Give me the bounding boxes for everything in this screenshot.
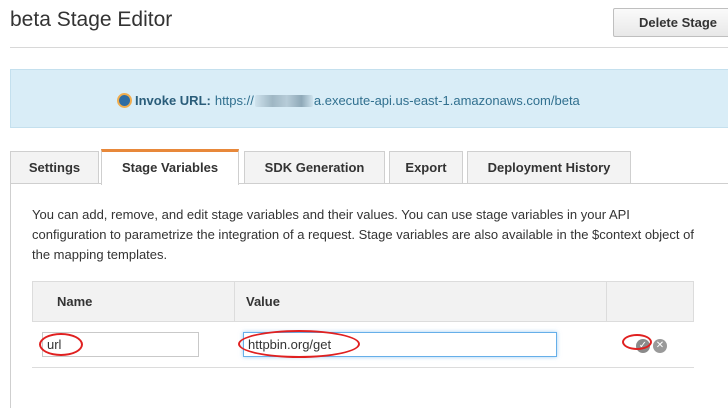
annotation-oval-name <box>39 333 83 356</box>
tab-deployment-history[interactable]: Deployment History <box>467 151 631 184</box>
column-value-header: Value <box>246 294 280 309</box>
annotation-oval-confirm <box>622 334 652 350</box>
tab-bar: Settings Stage Variables SDK Generation … <box>10 149 728 185</box>
delete-stage-button[interactable]: Delete Stage <box>613 8 728 37</box>
column-separator <box>234 282 235 321</box>
invoke-url-suffix[interactable]: a.execute-api.us-east-1.amazonaws.com/be… <box>314 93 580 108</box>
annotation-oval-value <box>238 330 360 358</box>
tab-sdk-generation[interactable]: SDK Generation <box>244 151 385 184</box>
tab-stage-variables[interactable]: Stage Variables <box>101 149 239 185</box>
stage-variables-description: You can add, remove, and edit stage vari… <box>32 207 694 262</box>
column-name-header: Name <box>57 294 93 309</box>
tab-export[interactable]: Export <box>389 151 463 184</box>
invoke-url-line: Invoke URL: https:// a.execute-api.us-ea… <box>117 93 580 108</box>
close-circle-icon[interactable]: ✕ <box>653 339 667 353</box>
invoke-url-label: Invoke URL: <box>135 93 211 108</box>
table-header: Name Value <box>32 281 694 322</box>
info-circle-icon <box>117 93 132 108</box>
panel-border <box>10 183 11 408</box>
invoke-url-prefix[interactable]: https:// <box>215 93 254 108</box>
tab-settings[interactable]: Settings <box>10 151 99 184</box>
column-separator <box>606 282 607 321</box>
page-title: beta Stage Editor <box>10 8 173 31</box>
redacted-region <box>254 94 313 107</box>
title-divider <box>10 47 728 48</box>
